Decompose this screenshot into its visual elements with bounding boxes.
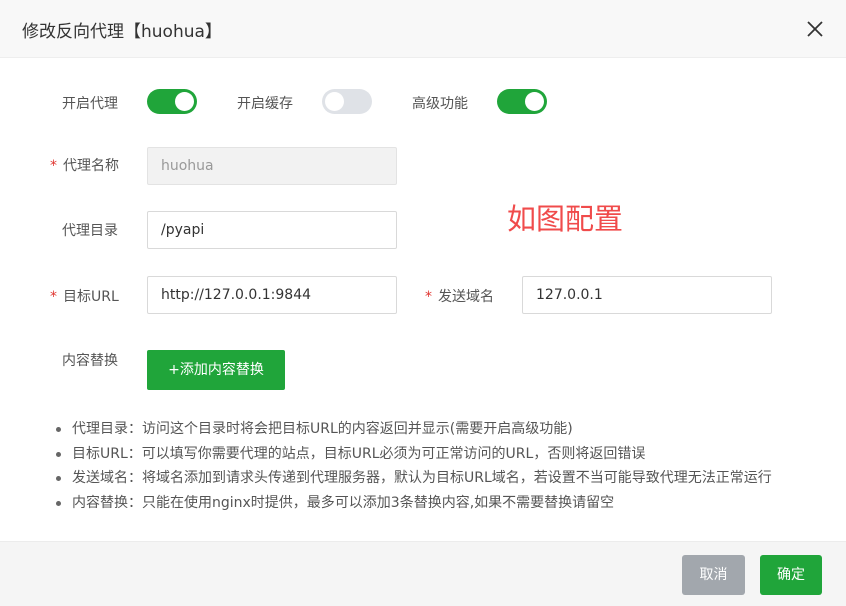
send-domain-input[interactable]: 127.0.0.1 bbox=[522, 276, 772, 314]
enable-proxy-toggle[interactable] bbox=[147, 89, 197, 114]
enable-cache-label: 开启缓存 bbox=[237, 96, 293, 112]
send-domain-label-text: 发送域名 bbox=[438, 289, 494, 305]
tip-send-domain: 发送域名：将域名添加到请求头传递到代理服务器，默认为目标URL域名，若设置不当可… bbox=[52, 466, 842, 491]
config-annotation: 如图配置 bbox=[507, 202, 624, 236]
help-tips-list: 代理目录：访问这个目录时将会把目标URL的内容返回并显示(需要开启高级功能) 目… bbox=[52, 417, 842, 516]
tip-proxy-dir: 代理目录：访问这个目录时将会把目标URL的内容返回并显示(需要开启高级功能) bbox=[52, 417, 842, 442]
dialog-title: 修改反向代理【huohua】 bbox=[22, 22, 222, 42]
dialog-header: 修改反向代理【huohua】 bbox=[0, 0, 846, 58]
proxy-name-input: huohua bbox=[147, 147, 397, 185]
enable-cache-toggle[interactable] bbox=[322, 89, 372, 114]
cancel-button[interactable]: 取消 bbox=[682, 555, 745, 595]
proxy-name-label-text: 代理名称 bbox=[63, 158, 119, 174]
advanced-features-label: 高级功能 bbox=[412, 96, 468, 112]
add-content-replace-button[interactable]: +添加内容替换 bbox=[147, 350, 285, 390]
enable-proxy-label: 开启代理 bbox=[62, 96, 118, 112]
target-url-label-text: 目标URL bbox=[63, 289, 119, 305]
required-mark: * bbox=[425, 289, 432, 305]
toggle-knob bbox=[525, 92, 544, 111]
send-domain-label: * 发送域名 bbox=[425, 286, 494, 306]
confirm-button[interactable]: 确定 bbox=[760, 555, 822, 595]
dialog-footer: 取消 确定 bbox=[0, 541, 846, 606]
tip-content-replace: 内容替换：只能在使用nginx时提供，最多可以添加3条替换内容,如果不需要替换请… bbox=[52, 491, 842, 516]
toggle-knob bbox=[175, 92, 194, 111]
required-mark: * bbox=[50, 158, 57, 174]
content-replace-label: 内容替换 bbox=[62, 353, 118, 369]
required-mark: * bbox=[50, 289, 57, 305]
proxy-name-label: * 代理名称 bbox=[50, 155, 119, 175]
proxy-dir-label: 代理目录 bbox=[62, 223, 118, 239]
target-url-input[interactable]: http://127.0.0.1:9844 bbox=[147, 276, 397, 314]
proxy-dir-input[interactable]: /pyapi bbox=[147, 211, 397, 249]
target-url-label: * 目标URL bbox=[50, 286, 119, 306]
advanced-features-toggle[interactable] bbox=[497, 89, 547, 114]
tip-target-url: 目标URL：可以填写你需要代理的站点，目标URL必须为可正常访问的URL，否则将… bbox=[52, 442, 842, 467]
close-icon[interactable] bbox=[804, 18, 826, 40]
toggle-knob bbox=[325, 92, 344, 111]
